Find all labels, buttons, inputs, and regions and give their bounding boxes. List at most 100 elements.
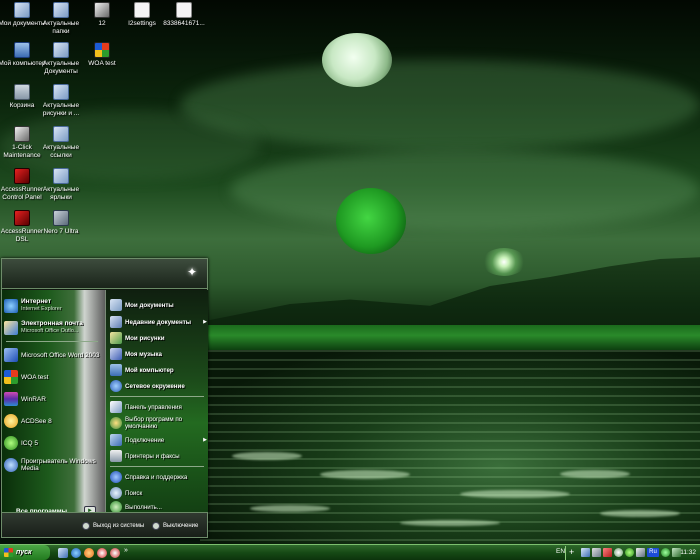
start-menu-separator [110, 466, 204, 467]
computer-icon [110, 364, 122, 376]
start-right-my-music[interactable]: Моя музыка [110, 348, 209, 360]
network-icon [110, 380, 122, 392]
icq-icon[interactable] [625, 548, 634, 557]
system-tray: + Ru 11:32 [565, 546, 700, 560]
start-item-winrar[interactable]: WinRAR [4, 392, 104, 406]
start-right-label: Подключение [125, 436, 165, 444]
start-item-internet[interactable]: Интернет Internet Explorer [4, 298, 104, 313]
control-panel-icon [110, 401, 122, 413]
start-item-title: Проигрыватель Windows Media [21, 458, 96, 472]
desktop-icon-current-shortcuts[interactable]: Актуальные ярлыки [37, 168, 85, 202]
start-right-label: Выполнить... [125, 503, 162, 511]
sparkle-icon: ✦ [186, 265, 197, 279]
start-right-my-computer[interactable]: Мой компьютер [110, 364, 209, 376]
shield-icon[interactable] [603, 548, 612, 557]
opera-icon[interactable] [97, 548, 107, 558]
ripple [250, 505, 330, 512]
document-icon [94, 2, 110, 18]
start-item-media-player[interactable]: Проигрыватель Windows Media [4, 458, 104, 472]
start-item-title: ACDSee 8 [21, 417, 52, 425]
help-icon [110, 471, 122, 483]
moon [322, 33, 392, 87]
quick-launch-more-button[interactable]: » [124, 547, 128, 554]
start-menu: ✦ Интернет Internet Explorer Электронная … [1, 258, 208, 538]
tray-language-indicator[interactable]: Ru [647, 548, 659, 557]
start-right-recent-documents[interactable]: Недавние документы ▶ [110, 316, 209, 328]
start-right-printers[interactable]: Принтеры и факсы [110, 450, 209, 462]
start-right-control-panel[interactable]: Панель управления [110, 401, 209, 413]
logoff-button[interactable]: Выход из системы [82, 522, 144, 530]
logoff-icon [82, 522, 90, 530]
start-right-label: Панель управления [125, 403, 182, 411]
word-icon [4, 348, 18, 362]
start-right-label: Выбор программ по умолчанию [125, 416, 183, 430]
green-sun [336, 188, 406, 254]
desktop-icon-current-links[interactable]: Актуальные ссылки [37, 126, 85, 160]
desktop-icon-i2settings[interactable]: I2settings [118, 2, 166, 28]
folder-icon [53, 84, 69, 100]
power-icon [152, 522, 160, 530]
shutdown-label: Выключение [163, 523, 199, 529]
start-right-search[interactable]: Поиск [110, 487, 209, 499]
language-indicator[interactable]: EN [556, 548, 565, 555]
printer-icon [110, 450, 122, 462]
acdsee-icon [4, 414, 18, 428]
desktop-icon-label: I2settings [128, 20, 156, 27]
modem-icon [14, 210, 30, 226]
media-player-icon [4, 458, 18, 472]
start-item-woa-test[interactable]: WOA test [4, 370, 104, 384]
start-item-icq[interactable]: ICQ 5 [4, 436, 104, 450]
nero-icon [53, 210, 69, 226]
firefox-icon[interactable] [84, 548, 94, 558]
folder-icon [53, 126, 69, 142]
start-menu-footer: Выход из системы Выключение [2, 512, 207, 537]
cloud [180, 60, 700, 150]
start-right-network[interactable]: Сетевое окружение [110, 380, 209, 392]
monitor-icon[interactable] [592, 548, 601, 557]
winrar-icon [4, 392, 18, 406]
internet-explorer-icon[interactable] [71, 548, 81, 558]
folder-icon [53, 2, 69, 18]
start-right-connection[interactable]: Подключение ▶ [110, 434, 209, 446]
ripple [460, 490, 570, 498]
start-item-email[interactable]: Электронная почта Microsoft Office Outlo.… [4, 320, 104, 335]
start-right-my-pictures[interactable]: Мои рисунки [110, 332, 209, 344]
desktop-icon-label: Актуальные ссылки [42, 144, 80, 159]
desktop-icon-label: Nero 7 Ultra [43, 228, 79, 235]
start-right-default-programs[interactable]: Выбор программ по умолчанию [110, 416, 209, 430]
icq-icon [4, 436, 18, 450]
email-icon [4, 320, 18, 335]
start-right-label: Принтеры и факсы [125, 452, 180, 460]
folder-icon [53, 42, 69, 58]
start-right-label: Мои документы [125, 301, 174, 309]
recycle-bin-icon [14, 84, 30, 100]
taskbar: пуск » EN + Ru 11:32 [0, 544, 700, 560]
folder-icon [110, 299, 122, 311]
start-button[interactable]: пуск [0, 545, 50, 560]
update-icon[interactable] [661, 548, 670, 557]
start-item-word[interactable]: Microsoft Office Word 2003 [4, 348, 104, 362]
desktop-icon-current-pictures[interactable]: Актуальные рисунки и ... [37, 84, 85, 118]
acrobat-icon[interactable] [110, 548, 120, 558]
desktop-icon-8338641671[interactable]: 8338641671... [160, 2, 208, 28]
network-icon[interactable] [581, 548, 590, 557]
shutdown-button[interactable]: Выключение [152, 522, 198, 530]
desktop-icon-nero-7-ultra[interactable]: Nero 7 Ultra [37, 210, 85, 236]
start-right-help[interactable]: Справка и поддержка [110, 471, 209, 483]
ripple [600, 510, 680, 517]
start-item-acdsee[interactable]: ACDSee 8 [4, 414, 104, 428]
show-desktop-icon[interactable] [58, 548, 68, 558]
desktop-icon-woa-test[interactable]: WOA test [78, 42, 126, 68]
start-item-title: Microsoft Office Word 2003 [21, 351, 100, 359]
start-right-my-documents[interactable]: Мои документы [110, 299, 209, 311]
folder-icon [53, 168, 69, 184]
windows-icon [94, 42, 110, 58]
windows-logo-icon [4, 548, 13, 557]
folder-icon [14, 2, 30, 18]
device-icon[interactable] [636, 548, 645, 557]
speaker-icon[interactable] [614, 548, 623, 557]
clock[interactable]: 11:32 [680, 549, 696, 556]
plus-icon[interactable]: + [569, 548, 578, 557]
modem-icon [14, 168, 30, 184]
document-icon [134, 2, 150, 18]
